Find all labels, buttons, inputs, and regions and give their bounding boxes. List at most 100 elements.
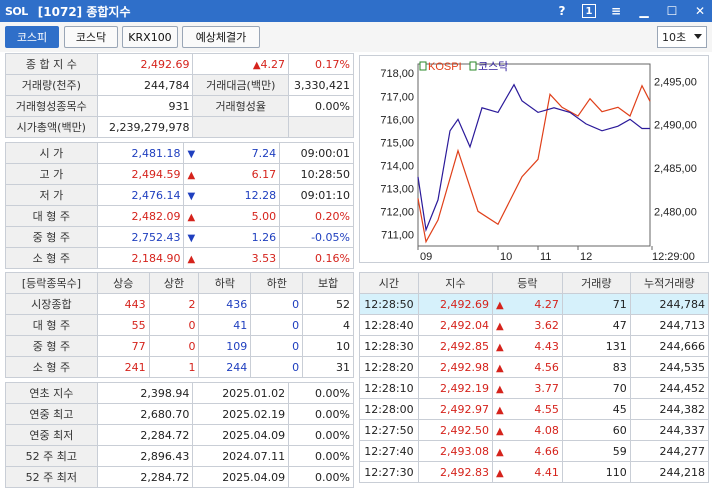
up-arrow-icon (496, 424, 504, 437)
yearly-label: 연초 지수 (5, 382, 98, 404)
tick-row[interactable]: 12:28:202,492.98 4.5683244,535 (359, 356, 710, 378)
price-change: 12.28 (183, 184, 281, 206)
tick-index: 2,492.50 (417, 419, 493, 441)
price-change-value: 5.00 (251, 209, 277, 223)
index-chart[interactable]: 718,00 717,00 716,00 715,00 714,00 713,00 712,… (359, 55, 709, 263)
price-value: 2,752.43 (96, 226, 185, 248)
breadth-cell: 0 (148, 314, 200, 336)
price-label: 시 가 (5, 142, 98, 164)
tab-kospi[interactable]: 코스피 (5, 26, 59, 48)
breadth-cell: 0 (250, 314, 304, 336)
tick-header-cell: 누적거래량 (629, 272, 710, 294)
left-axis-tick: 711,00 (381, 229, 414, 241)
breadth-cell: 2 (148, 293, 200, 315)
yearly-pct: 0.00% (288, 424, 354, 446)
tick-row[interactable]: 12:28:402,492.04 3.6247244,713 (359, 314, 710, 336)
yearly-date: 2025.01.02 (192, 382, 290, 404)
empty-cell (288, 116, 354, 138)
yearly-row: 52 주 최고 2,896.43 2024.07.11 0.00% (5, 445, 354, 467)
interval-select[interactable]: 10초 (657, 26, 707, 48)
tick-row[interactable]: 12:27:402,493.08 4.6659244,277 (359, 440, 710, 462)
title-bar: SOL [1072] 종합지수 ? 1 ≡ ▁ ☐ ✕ (0, 0, 712, 22)
tick-volume: 110 (561, 461, 631, 483)
yearly-table: 연초 지수 2,398.94 2025.01.02 0.00% 연중 최고 2,680.7… (5, 382, 354, 488)
tick-row[interactable]: 12:27:302,492.83 4.41110244,218 (359, 461, 710, 483)
tick-row[interactable]: 12:28:002,492.97 4.5545244,382 (359, 398, 710, 420)
price-value: 2,184.90 (96, 247, 185, 269)
tick-time: 12:28:30 (359, 335, 419, 357)
tick-time: 12:28:10 (359, 377, 419, 399)
help-icon[interactable]: ? (554, 3, 570, 19)
breadth-cell: 109 (198, 335, 252, 357)
left-axis-tick: 717,00 (380, 91, 414, 103)
down-arrow-icon (187, 189, 195, 202)
left-axis-tick: 716,00 (380, 114, 414, 126)
up-arrow-icon (187, 252, 195, 265)
tick-volume: 70 (561, 377, 631, 399)
breadth-cell: 0 (250, 335, 304, 357)
breadth-cell: 443 (96, 293, 150, 315)
breadth-row: 소 형 주 241 1 244 0 31 (5, 356, 354, 378)
x-axis-tick: 12 (580, 251, 592, 263)
tick-volume: 71 (561, 293, 631, 315)
price-label: 대 형 주 (5, 205, 98, 227)
yearly-pct: 0.00% (288, 445, 354, 467)
tick-volume: 83 (561, 356, 631, 378)
maximize-icon[interactable]: ☐ (664, 3, 680, 19)
summary-table: 종 합 지 수 2,492.69 4.27 0.17% 거래량(천주) 244,… (5, 53, 354, 138)
x-axis-tick: 10 (500, 251, 512, 263)
right-axis-tick: 2,495,00 (654, 76, 697, 88)
right-axis-tick: 2,480,00 (654, 206, 697, 218)
tick-index: 2,492.83 (417, 461, 493, 483)
tick-volume: 131 (561, 335, 631, 357)
menu-icon[interactable]: ≡ (608, 3, 624, 19)
tick-row[interactable]: 12:28:302,492.85 4.43131244,666 (359, 335, 710, 357)
breadth-label: 소 형 주 (5, 356, 98, 378)
legend-swatch (469, 61, 477, 71)
close-icon[interactable]: ✕ (692, 3, 708, 19)
legend-kospi: KOSPI (428, 61, 462, 73)
tick-change: 3.77 (491, 377, 563, 399)
breadth-header-cell: 하한 (250, 272, 304, 294)
window-title: [1072] 종합지수 (37, 4, 131, 19)
yearly-value: 2,398.94 (96, 382, 194, 404)
breadth-label: 중 형 주 (5, 335, 98, 357)
tick-row[interactable]: 12:27:502,492.50 4.0860244,337 (359, 419, 710, 441)
breadth-cell: 55 (96, 314, 150, 336)
tick-cumulative: 244,784 (629, 293, 710, 315)
tick-cumulative: 244,666 (629, 335, 710, 357)
form-rate-label: 거래형성율 (192, 95, 290, 117)
yearly-label: 연중 최저 (5, 424, 98, 446)
right-axis-tick: 2,485,00 (654, 163, 697, 175)
breadth-cell: 31 (302, 356, 354, 378)
index-value: 2,492.69 (96, 53, 194, 75)
yearly-date: 2025.04.09 (192, 424, 290, 446)
tick-cumulative: 244,535 (629, 356, 710, 378)
price-change-value: 12.28 (244, 188, 277, 202)
tab-krx100[interactable]: KRX100 (122, 26, 178, 48)
up-arrow-icon (496, 466, 504, 479)
tab-kosdaq[interactable]: 코스닥 (64, 26, 118, 48)
breadth-row: 대 형 주 55 0 41 0 4 (5, 314, 354, 336)
left-axis-tick: 714,00 (380, 160, 414, 172)
price-time: -0.05% (279, 226, 354, 248)
tick-index: 2,492.97 (417, 398, 493, 420)
tick-row[interactable]: 12:28:102,492.19 3.7770244,452 (359, 377, 710, 399)
tick-time: 12:28:20 (359, 356, 419, 378)
breadth-row: 중 형 주 77 0 109 0 10 (5, 335, 354, 357)
tick-cumulative: 244,713 (629, 314, 710, 336)
tab-expected-price[interactable]: 예상체결가 (182, 26, 260, 48)
breadth-cell: 244 (198, 356, 252, 378)
screen-number-icon[interactable]: 1 (582, 4, 596, 18)
tick-row[interactable]: 12:28:502,492.69 4.2771244,784 (359, 293, 710, 315)
price-value: 2,482.09 (96, 205, 185, 227)
x-axis-tick: 09 (420, 251, 432, 263)
index-change-value: 4.27 (260, 57, 286, 71)
chevron-down-icon (694, 34, 702, 39)
tick-header-cell: 시간 (359, 272, 419, 294)
tick-time: 12:28:00 (359, 398, 419, 420)
breadth-cell: 0 (250, 356, 304, 378)
up-arrow-icon (496, 403, 504, 416)
price-change-value: 3.53 (251, 251, 277, 265)
minimize-icon[interactable]: ▁ (636, 3, 652, 19)
